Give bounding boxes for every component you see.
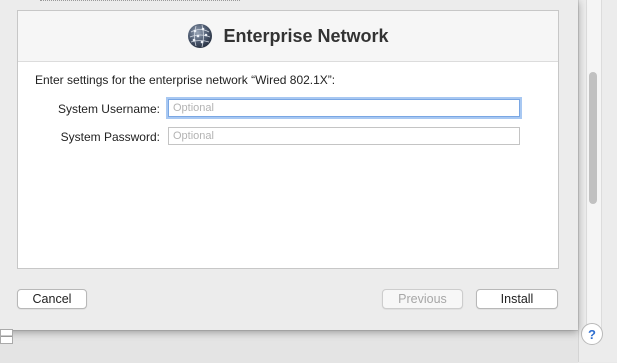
globe-icon: [188, 24, 213, 48]
password-field[interactable]: [168, 127, 520, 145]
background-bottom-bar: [0, 330, 578, 363]
help-button[interactable]: ?: [581, 323, 603, 345]
scrollbar-thumb[interactable]: [589, 72, 597, 204]
panel-title: Enterprise Network: [223, 25, 389, 46]
background-text-fragment: [40, 0, 240, 4]
password-label: System Password:: [60, 130, 160, 144]
panel-header: Enterprise Network: [18, 11, 558, 62]
username-label: System Username:: [57, 102, 160, 116]
username-field[interactable]: [168, 99, 520, 117]
previous-button[interactable]: Previous: [382, 289, 463, 309]
install-button[interactable]: Install: [476, 289, 558, 309]
password-row: System Password:: [18, 127, 558, 147]
cancel-button[interactable]: Cancel: [17, 289, 87, 309]
settings-panel: Enterprise Network Enter settings for th…: [17, 10, 559, 269]
help-icon: ?: [588, 326, 596, 342]
enterprise-network-sheet: Enterprise Network Enter settings for th…: [0, 0, 578, 330]
remove-button[interactable]: —: [0, 329, 13, 344]
username-row: System Username:: [18, 99, 558, 119]
prompt-text: Enter settings for the enterprise networ…: [35, 73, 336, 87]
